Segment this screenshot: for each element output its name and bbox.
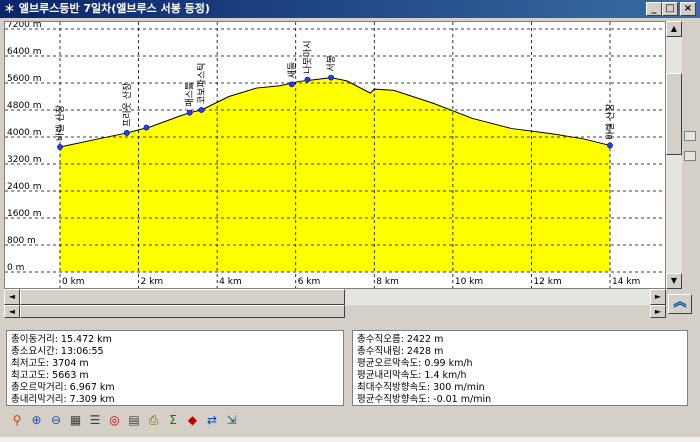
- waypoint-label: 새들: [287, 62, 298, 79]
- swap-icon[interactable]: ⇄: [203, 410, 221, 430]
- x-tick-label: 4 km: [219, 277, 242, 287]
- search-icon[interactable]: ◎: [106, 410, 124, 430]
- stat-line: 평균오르막속도: 0.99 km/h: [357, 358, 473, 369]
- stat-line: 총소요시간: 13:06:55: [11, 346, 104, 357]
- stats-panel-right: 총수직오름: 2422 m 총수직내림: 2428 m 평균오르막속도: 0.9…: [352, 330, 688, 406]
- horizontal-scrollbar[interactable]: ◄ ►: [4, 289, 666, 305]
- horizontal-scroll-thumb[interactable]: [20, 305, 345, 318]
- scroll-down-button[interactable]: ▼: [666, 273, 682, 289]
- document-icon[interactable]: ▤: [125, 410, 143, 430]
- stat-line: 최대수직방향속도: 300 m/min: [357, 382, 485, 393]
- x-tick-label: 10 km: [455, 277, 483, 287]
- stat-line: 총이동거리: 15.472 km: [11, 334, 112, 345]
- vertical-scrollbar[interactable]: ▲ ▼: [666, 21, 682, 289]
- stat-line: 최고고도: 5663 m: [11, 370, 89, 381]
- y-tick-label: 4000 m: [7, 128, 42, 138]
- list-icon[interactable]: ☰: [86, 410, 104, 430]
- y-tick-label: 800 m: [7, 236, 36, 246]
- waypoint-label: 바렐 산장: [604, 103, 616, 139]
- grid-icon[interactable]: ▦: [67, 410, 85, 430]
- stat-line: 최저고도: 3704 m: [11, 358, 89, 369]
- zoom-out-icon[interactable]: ⊖: [47, 410, 65, 430]
- y-tick-label: 5600 m: [7, 74, 42, 84]
- scroll-left-button[interactable]: ◄: [4, 305, 20, 318]
- print-icon[interactable]: ⎙: [145, 410, 163, 430]
- stat-line: 총수직오름: 2422 m: [357, 334, 444, 345]
- waypoint-marker: [186, 109, 193, 116]
- splitter-grip[interactable]: [684, 151, 696, 161]
- window-title: ＊ 엘브루스등반 7일차(엘브루스 서봉 등정): [4, 2, 210, 15]
- waypoint-label: 바렐 산장: [54, 105, 66, 141]
- stat-line: 총수직내림: 2428 m: [357, 346, 444, 357]
- secondary-horizontal-scrollbar[interactable]: ◄ ►: [4, 305, 666, 318]
- horizontal-scroll-thumb[interactable]: [20, 289, 345, 305]
- waypoint-marker: [328, 74, 334, 81]
- sum-icon[interactable]: Σ: [164, 410, 182, 430]
- splitter-grip[interactable]: [684, 131, 696, 141]
- elevation-chart-panel: 0 m 800 m 1600 m 2400 m 3200 m 4000 m 4800 m 56…: [4, 21, 666, 289]
- x-tick-label: 8 km: [376, 277, 399, 287]
- right-edge-strip: [682, 21, 696, 319]
- collapse-button[interactable]: ︽: [668, 294, 692, 314]
- waypoint-marker: [198, 107, 205, 113]
- y-tick-label: 2400 m: [7, 182, 42, 192]
- maximize-button[interactable]: □: [662, 2, 678, 16]
- waypoint-label: 서봉: [326, 55, 337, 72]
- x-tick-label: 2 km: [141, 277, 164, 287]
- y-tick-label: 0 m: [7, 263, 24, 273]
- waypoint-marker: [57, 144, 63, 150]
- scroll-right-button[interactable]: ►: [650, 289, 666, 305]
- waypoint-marker: [123, 130, 130, 136]
- waypoint-marker: [143, 124, 150, 131]
- map-pin-icon[interactable]: ⚲: [8, 410, 26, 430]
- waypoint-marker: [607, 142, 613, 149]
- scroll-right-button[interactable]: ►: [650, 305, 666, 318]
- waypoint-label: 코보파스틱: [195, 63, 207, 104]
- double-chevron-up-icon: ︽: [673, 295, 687, 310]
- stat-line: 평균내리막속도: 1.4 km/h: [357, 370, 467, 381]
- waypoint-label: 나뭇마시: [303, 41, 314, 74]
- zoom-in-icon[interactable]: ⊕: [28, 410, 46, 430]
- y-tick-label: 3200 m: [7, 155, 42, 165]
- x-tick-label: 0 km: [62, 277, 85, 287]
- waypoint-marker: [288, 81, 295, 88]
- y-tick-label: 7200 m: [7, 22, 42, 30]
- stats-panel-left: 총이동거리: 15.472 km 총소요시간: 13:06:55 최저고도: 3…: [6, 330, 344, 406]
- exit-icon[interactable]: ⇲: [223, 410, 241, 430]
- y-tick-label: 1600 m: [7, 209, 42, 219]
- close-button[interactable]: ×: [680, 2, 696, 16]
- stat-line: 평균수직방향속도: -0.01 m/min: [357, 394, 492, 405]
- y-tick-label: 6400 m: [7, 47, 42, 57]
- elevation-profile-chart: 0 m 800 m 1600 m 2400 m 3200 m 4000 m 4800 m 56…: [5, 22, 665, 288]
- stat-line: 총오르막거리: 6.967 km: [11, 382, 115, 393]
- x-tick-label: 14 km: [612, 277, 640, 287]
- title-bar: ＊ 엘브루스등반 7일차(엘브루스 서봉 등정) _ □ ×: [0, 0, 700, 18]
- y-tick-label: 4800 m: [7, 101, 42, 111]
- scroll-up-button[interactable]: ▲: [666, 21, 682, 37]
- elevation-area: [60, 77, 610, 272]
- scroll-left-button[interactable]: ◄: [4, 289, 20, 305]
- stat-line: 총내리막거리: 7.309 km: [11, 394, 115, 405]
- waypoint-label: 패스틀: [185, 82, 196, 107]
- minimize-button[interactable]: _: [646, 2, 662, 16]
- record-icon[interactable]: ◆: [184, 410, 202, 430]
- vertical-scroll-thumb[interactable]: [666, 73, 682, 155]
- x-tick-label: 6 km: [298, 277, 321, 287]
- status-strip: [0, 437, 700, 442]
- waypoint-label: 프리웃 산장: [122, 83, 133, 127]
- x-tick-label: 12 km: [533, 277, 561, 287]
- waypoint-marker: [304, 76, 311, 83]
